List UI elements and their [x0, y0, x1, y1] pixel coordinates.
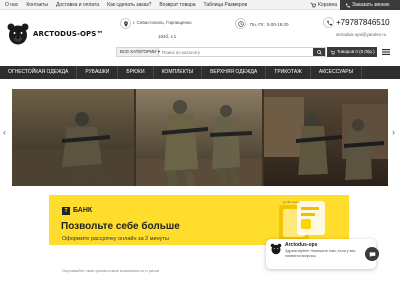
category-trousers[interactable]: Брюки — [118, 66, 154, 79]
logo[interactable]: ARCTODUS-OPS™ — [6, 22, 104, 46]
hamburger-menu-icon — [382, 49, 390, 55]
category-outerwear[interactable]: Верхняя одежда — [202, 66, 267, 79]
address-line-1: г. Севастополь, Горпищенко — [133, 20, 192, 25]
search-button[interactable] — [313, 48, 325, 56]
nav-contacts[interactable]: Контакты — [26, 1, 48, 9]
cart-link[interactable]: Корзина — [310, 1, 337, 9]
category-shirts[interactable]: Рубашки — [77, 66, 119, 79]
menu-button[interactable] — [380, 46, 392, 58]
cart-button[interactable]: Товаров 0 (0.00р.) — [327, 47, 377, 57]
slider-prev-arrow[interactable]: ‹ — [3, 127, 6, 137]
location-icon — [120, 18, 131, 29]
search-bar: ВСЕ КАТЕГОРИИ ▾ — [116, 47, 326, 57]
bank-name: БАНК — [73, 207, 93, 214]
logo-text: ARCTODUS-OPS™ — [33, 30, 104, 38]
category-accessories[interactable]: Аксессуары — [311, 66, 362, 79]
chat-button[interactable] — [365, 247, 379, 261]
banner-disclaimer: Оценивайте свои финансовые возможности и… — [62, 268, 160, 273]
working-hours: Пн.-Пт.: 9.00-18.00 — [250, 22, 289, 27]
banner-subtitle: Оформите рассрочку онлайн за 2 минуты — [62, 236, 169, 242]
search-input[interactable] — [159, 48, 313, 56]
callback-button[interactable]: Заказать звонок — [340, 0, 400, 10]
nav-size-table[interactable]: Таблица Размеров — [204, 1, 248, 9]
banner-title: Позвольте себе больше — [61, 221, 180, 232]
phone-number[interactable]: +79787846510 — [336, 18, 390, 27]
category-select[interactable]: ВСЕ КАТЕГОРИИ ▾ — [117, 48, 160, 56]
cart-icon — [310, 2, 316, 8]
category-knitwear[interactable]: Трикотаж — [266, 66, 311, 79]
address-line-2: 104б, к 1 — [158, 34, 177, 39]
category-sets[interactable]: Комплекты — [154, 66, 203, 79]
hero-slider[interactable] — [12, 89, 388, 186]
chat-bubble-icon — [369, 251, 375, 257]
nav-how-to-order[interactable]: Как сделать заказ? — [107, 1, 151, 9]
phone-contact-icon — [323, 17, 334, 28]
cart-button-label: Товаров 0 (0.00р.) — [337, 49, 375, 54]
banner-illustration — [279, 201, 325, 241]
nav-returns[interactable]: Возврат товара — [159, 1, 195, 9]
chat-avatar-icon — [270, 243, 282, 255]
search-icon — [316, 49, 322, 55]
chat-message: Здравствуйте! Напишите нам, если у вас п… — [285, 249, 356, 258]
nav-delivery[interactable]: Доставка и оплата — [56, 1, 99, 9]
clock-icon — [235, 18, 246, 29]
category-fire-resistant[interactable]: Огнестойкая одежда — [0, 66, 78, 79]
top-nav: О нас Контакты Доставка и оплата Как сде… — [5, 1, 247, 9]
category-nav: Огнестойкая одежда Рубашки Брюки Комплек… — [0, 66, 400, 79]
bear-logo-icon — [7, 23, 29, 45]
bank-logo-icon: T — [62, 207, 70, 215]
callback-label: Заказать звонок — [352, 2, 390, 8]
email-address[interactable]: arctodus-ops@yandex.ru — [336, 32, 386, 37]
cart-icon — [330, 50, 335, 55]
banner-note: до 36 тысяч — [283, 200, 300, 204]
cart-link-label: Корзина — [318, 2, 338, 8]
phone-icon — [346, 3, 350, 7]
nav-about[interactable]: О нас — [5, 1, 18, 9]
hero-image — [12, 89, 388, 186]
slider-next-arrow[interactable]: › — [392, 127, 395, 137]
chat-name: Arctodus-ops — [285, 242, 318, 248]
